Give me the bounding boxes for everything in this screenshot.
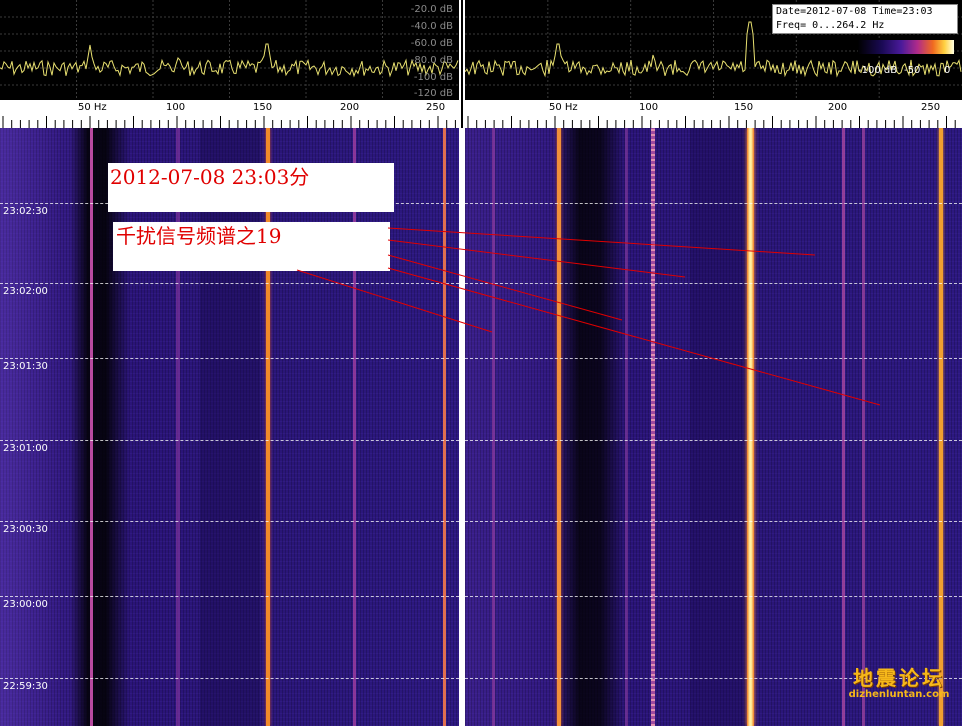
frequency-range-readout: Freq= 0...264.2 Hz [776, 20, 885, 31]
dark-band [690, 128, 750, 726]
freq-tick-label: 150 [253, 102, 273, 113]
signal-line [557, 128, 561, 726]
time-grid-line [465, 283, 962, 284]
db-label: -80.0 dB [410, 55, 453, 66]
time-grid-line [0, 678, 459, 679]
time-grid-line [0, 358, 459, 359]
db-label: -40.0 dB [410, 21, 453, 32]
color-scale-label: -100 dB [858, 65, 898, 76]
left-frequency-axis: 50 Hz 100 150 200 250 [0, 100, 459, 128]
forum-watermark-logo: 地震论坛 dizhenluntan.com [840, 662, 958, 700]
signal-line [353, 128, 356, 726]
time-grid-line [0, 283, 459, 284]
dark-band [0, 128, 60, 726]
left-spectrum-trace [0, 0, 459, 100]
date-time-readout: Date=2012-07-08 Time=23:03 [776, 6, 933, 17]
freq-tick-label: 100 [639, 102, 659, 113]
freq-tick-label: 200 [340, 102, 360, 113]
db-label: -60.0 dB [410, 38, 453, 49]
freq-tick-label: 200 [828, 102, 848, 113]
db-label: -120 dB [413, 88, 453, 99]
left-spectrogram-panel: -20.0 dB -40.0 dB -60.0 dB -80.0 dB -100… [0, 0, 459, 726]
watermark-name: 地震论坛 [853, 666, 945, 690]
signal-line [651, 128, 655, 726]
date-annotation: 2012-07-08 23:03分 [108, 163, 394, 212]
left-spectrum-plot: -20.0 dB -40.0 dB -60.0 dB -80.0 dB -100… [0, 0, 459, 100]
date-freq-info-box: Date=2012-07-08 Time=23:03 Freq= 0...264… [772, 4, 958, 34]
dark-band [200, 128, 260, 726]
signal-line [443, 128, 446, 726]
title-annotation: 千扰信号频谱之19 [113, 222, 390, 271]
time-label: 23:02:30 [3, 206, 48, 217]
freq-tick-label: 250 [426, 102, 446, 113]
time-grid-line [0, 440, 459, 441]
freq-tick-label: 50 Hz [549, 102, 578, 113]
time-label: 23:00:30 [3, 524, 48, 535]
time-label: 23:02:00 [3, 286, 48, 297]
signal-line [176, 128, 180, 726]
color-scale-label: 0 [944, 65, 951, 76]
freq-tick-label: 50 Hz [78, 102, 107, 113]
time-label: 22:59:30 [3, 681, 48, 692]
db-label: -20.0 dB [410, 4, 453, 15]
time-label: 23:00:00 [3, 599, 48, 610]
time-grid-line [465, 358, 962, 359]
freq-tick-label: 100 [166, 102, 186, 113]
time-grid-line [465, 596, 962, 597]
signal-line [842, 128, 845, 726]
signal-line [266, 128, 270, 726]
color-scale-bar [858, 40, 954, 54]
dark-band [70, 128, 130, 726]
signal-line [492, 128, 495, 726]
time-label: 23:01:30 [3, 361, 48, 372]
watermark-url: dizhenluntan.com [848, 689, 950, 700]
freq-tick-label: 250 [921, 102, 941, 113]
dark-band [555, 128, 625, 726]
signal-line [939, 128, 943, 726]
time-grid-line [0, 521, 459, 522]
color-scale-label: -50 [904, 65, 921, 76]
signal-line [862, 128, 865, 726]
left-waterfall: 23:02:30 23:02:00 23:01:30 23:01:00 23:0… [0, 128, 459, 726]
freq-tick-label: 150 [734, 102, 754, 113]
right-frequency-axis: 50 Hz 100 150 200 250 [465, 100, 962, 128]
db-label: -100 dB [413, 72, 453, 83]
time-grid-line [465, 203, 962, 204]
signal-line [625, 128, 628, 726]
time-grid-line [0, 596, 459, 597]
right-waterfall [465, 128, 962, 726]
time-label: 23:01:00 [3, 443, 48, 454]
time-grid-line [465, 521, 962, 522]
time-grid-line [465, 440, 962, 441]
signal-line [90, 128, 93, 726]
right-spectrogram-panel: 50 Hz 100 150 200 250 [465, 0, 962, 726]
signal-line [747, 128, 754, 726]
